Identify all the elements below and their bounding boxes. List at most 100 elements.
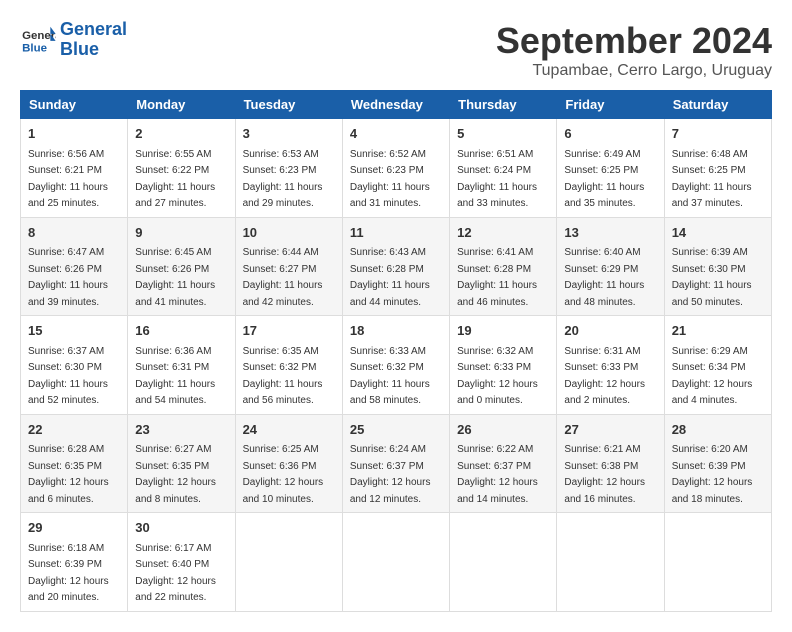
day-info: Sunrise: 6:25 AMSunset: 6:36 PMDaylight:…: [243, 444, 324, 505]
day-number: 3: [243, 124, 335, 144]
title-block: September 2024 Tupambae, Cerro Largo, Ur…: [496, 20, 772, 80]
table-row: 20 Sunrise: 6:31 AMSunset: 6:33 PMDaylig…: [557, 316, 664, 415]
col-sunday: Sunday: [21, 91, 128, 119]
table-row: 30 Sunrise: 6:17 AMSunset: 6:40 PMDaylig…: [128, 513, 235, 612]
day-number: 18: [350, 321, 442, 341]
day-info: Sunrise: 6:33 AMSunset: 6:32 PMDaylight:…: [350, 346, 430, 407]
day-info: Sunrise: 6:47 AMSunset: 6:26 PMDaylight:…: [28, 247, 108, 308]
table-row: 29 Sunrise: 6:18 AMSunset: 6:39 PMDaylig…: [21, 513, 128, 612]
day-info: Sunrise: 6:37 AMSunset: 6:30 PMDaylight:…: [28, 346, 108, 407]
table-row: 25 Sunrise: 6:24 AMSunset: 6:37 PMDaylig…: [342, 414, 449, 513]
table-row: 10 Sunrise: 6:44 AMSunset: 6:27 PMDaylig…: [235, 217, 342, 316]
col-friday: Friday: [557, 91, 664, 119]
col-monday: Monday: [128, 91, 235, 119]
calendar-week-4: 22 Sunrise: 6:28 AMSunset: 6:35 PMDaylig…: [21, 414, 772, 513]
day-number: 15: [28, 321, 120, 341]
table-row: 4 Sunrise: 6:52 AMSunset: 6:23 PMDayligh…: [342, 119, 449, 218]
day-info: Sunrise: 6:20 AMSunset: 6:39 PMDaylight:…: [672, 444, 753, 505]
table-row: 6 Sunrise: 6:49 AMSunset: 6:25 PMDayligh…: [557, 119, 664, 218]
calendar-table: Sunday Monday Tuesday Wednesday Thursday…: [20, 90, 772, 612]
day-info: Sunrise: 6:53 AMSunset: 6:23 PMDaylight:…: [243, 149, 323, 210]
table-row: 19 Sunrise: 6:32 AMSunset: 6:33 PMDaylig…: [450, 316, 557, 415]
day-info: Sunrise: 6:35 AMSunset: 6:32 PMDaylight:…: [243, 346, 323, 407]
day-number: 29: [28, 518, 120, 538]
calendar-week-5: 29 Sunrise: 6:18 AMSunset: 6:39 PMDaylig…: [21, 513, 772, 612]
location: Tupambae, Cerro Largo, Uruguay: [496, 62, 772, 80]
day-info: Sunrise: 6:17 AMSunset: 6:40 PMDaylight:…: [135, 543, 216, 604]
day-info: Sunrise: 6:55 AMSunset: 6:22 PMDaylight:…: [135, 149, 215, 210]
day-number: 9: [135, 223, 227, 243]
table-row: 21 Sunrise: 6:29 AMSunset: 6:34 PMDaylig…: [664, 316, 771, 415]
day-number: 5: [457, 124, 549, 144]
day-info: Sunrise: 6:29 AMSunset: 6:34 PMDaylight:…: [672, 346, 753, 407]
day-info: Sunrise: 6:32 AMSunset: 6:33 PMDaylight:…: [457, 346, 538, 407]
table-row: [557, 513, 664, 612]
table-row: 23 Sunrise: 6:27 AMSunset: 6:35 PMDaylig…: [128, 414, 235, 513]
table-row: 2 Sunrise: 6:55 AMSunset: 6:22 PMDayligh…: [128, 119, 235, 218]
table-row: 5 Sunrise: 6:51 AMSunset: 6:24 PMDayligh…: [450, 119, 557, 218]
day-number: 22: [28, 420, 120, 440]
day-info: Sunrise: 6:39 AMSunset: 6:30 PMDaylight:…: [672, 247, 752, 308]
day-info: Sunrise: 6:18 AMSunset: 6:39 PMDaylight:…: [28, 543, 109, 604]
table-row: 26 Sunrise: 6:22 AMSunset: 6:37 PMDaylig…: [450, 414, 557, 513]
day-info: Sunrise: 6:49 AMSunset: 6:25 PMDaylight:…: [564, 149, 644, 210]
day-number: 20: [564, 321, 656, 341]
day-info: Sunrise: 6:41 AMSunset: 6:28 PMDaylight:…: [457, 247, 537, 308]
table-row: [664, 513, 771, 612]
day-info: Sunrise: 6:36 AMSunset: 6:31 PMDaylight:…: [135, 346, 215, 407]
table-row: 15 Sunrise: 6:37 AMSunset: 6:30 PMDaylig…: [21, 316, 128, 415]
day-number: 11: [350, 223, 442, 243]
table-row: 17 Sunrise: 6:35 AMSunset: 6:32 PMDaylig…: [235, 316, 342, 415]
day-number: 13: [564, 223, 656, 243]
table-row: [342, 513, 449, 612]
day-number: 10: [243, 223, 335, 243]
calendar-week-3: 15 Sunrise: 6:37 AMSunset: 6:30 PMDaylig…: [21, 316, 772, 415]
day-number: 2: [135, 124, 227, 144]
table-row: 14 Sunrise: 6:39 AMSunset: 6:30 PMDaylig…: [664, 217, 771, 316]
table-row: [450, 513, 557, 612]
day-number: 25: [350, 420, 442, 440]
col-wednesday: Wednesday: [342, 91, 449, 119]
day-info: Sunrise: 6:28 AMSunset: 6:35 PMDaylight:…: [28, 444, 109, 505]
header-row: Sunday Monday Tuesday Wednesday Thursday…: [21, 91, 772, 119]
logo-text: GeneralBlue: [60, 20, 127, 60]
page-header: General Blue GeneralBlue September 2024 …: [20, 20, 772, 80]
table-row: 3 Sunrise: 6:53 AMSunset: 6:23 PMDayligh…: [235, 119, 342, 218]
table-row: 24 Sunrise: 6:25 AMSunset: 6:36 PMDaylig…: [235, 414, 342, 513]
day-info: Sunrise: 6:31 AMSunset: 6:33 PMDaylight:…: [564, 346, 645, 407]
day-number: 7: [672, 124, 764, 144]
table-row: 27 Sunrise: 6:21 AMSunset: 6:38 PMDaylig…: [557, 414, 664, 513]
day-number: 4: [350, 124, 442, 144]
day-info: Sunrise: 6:48 AMSunset: 6:25 PMDaylight:…: [672, 149, 752, 210]
col-thursday: Thursday: [450, 91, 557, 119]
day-number: 24: [243, 420, 335, 440]
day-number: 17: [243, 321, 335, 341]
day-number: 6: [564, 124, 656, 144]
calendar-week-2: 8 Sunrise: 6:47 AMSunset: 6:26 PMDayligh…: [21, 217, 772, 316]
day-info: Sunrise: 6:44 AMSunset: 6:27 PMDaylight:…: [243, 247, 323, 308]
day-number: 19: [457, 321, 549, 341]
day-number: 8: [28, 223, 120, 243]
day-info: Sunrise: 6:51 AMSunset: 6:24 PMDaylight:…: [457, 149, 537, 210]
day-info: Sunrise: 6:21 AMSunset: 6:38 PMDaylight:…: [564, 444, 645, 505]
day-number: 23: [135, 420, 227, 440]
svg-text:Blue: Blue: [22, 42, 47, 54]
col-tuesday: Tuesday: [235, 91, 342, 119]
day-info: Sunrise: 6:56 AMSunset: 6:21 PMDaylight:…: [28, 149, 108, 210]
day-number: 1: [28, 124, 120, 144]
table-row: 22 Sunrise: 6:28 AMSunset: 6:35 PMDaylig…: [21, 414, 128, 513]
day-number: 27: [564, 420, 656, 440]
col-saturday: Saturday: [664, 91, 771, 119]
table-row: 9 Sunrise: 6:45 AMSunset: 6:26 PMDayligh…: [128, 217, 235, 316]
day-info: Sunrise: 6:43 AMSunset: 6:28 PMDaylight:…: [350, 247, 430, 308]
table-row: 16 Sunrise: 6:36 AMSunset: 6:31 PMDaylig…: [128, 316, 235, 415]
day-info: Sunrise: 6:45 AMSunset: 6:26 PMDaylight:…: [135, 247, 215, 308]
calendar-week-1: 1 Sunrise: 6:56 AMSunset: 6:21 PMDayligh…: [21, 119, 772, 218]
table-row: 18 Sunrise: 6:33 AMSunset: 6:32 PMDaylig…: [342, 316, 449, 415]
day-number: 12: [457, 223, 549, 243]
table-row: 13 Sunrise: 6:40 AMSunset: 6:29 PMDaylig…: [557, 217, 664, 316]
table-row: 12 Sunrise: 6:41 AMSunset: 6:28 PMDaylig…: [450, 217, 557, 316]
table-row: 7 Sunrise: 6:48 AMSunset: 6:25 PMDayligh…: [664, 119, 771, 218]
day-number: 16: [135, 321, 227, 341]
month-title: September 2024: [496, 20, 772, 62]
